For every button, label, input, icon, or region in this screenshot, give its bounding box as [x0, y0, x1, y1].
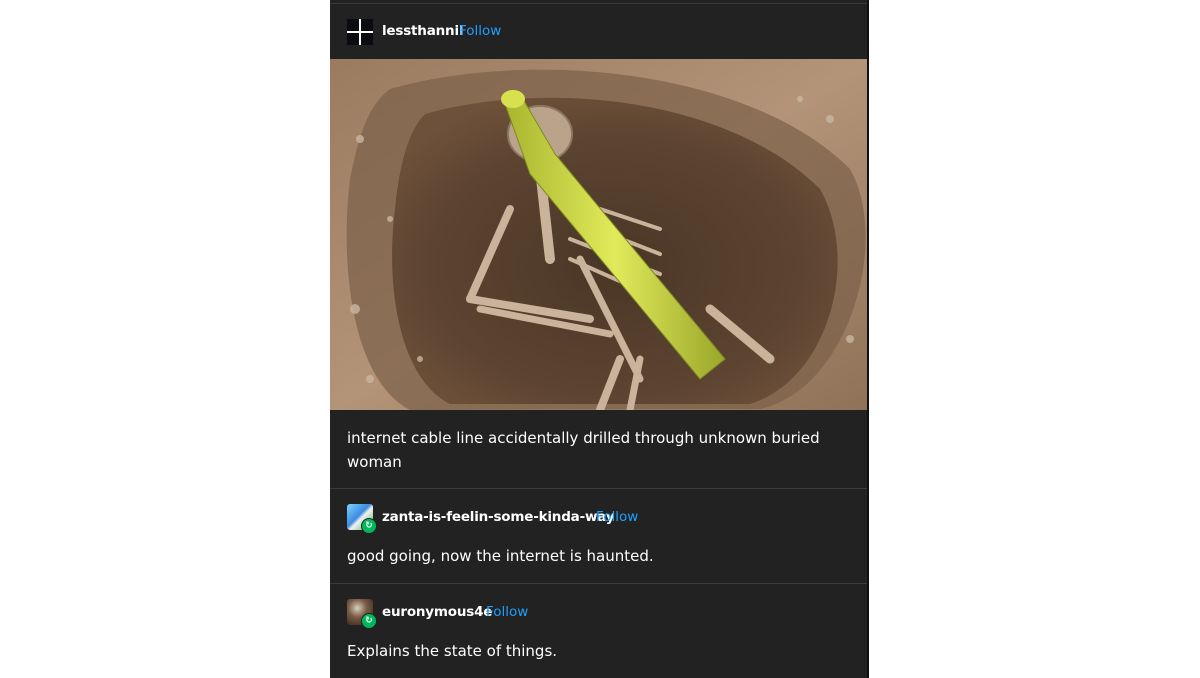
- avatar-square-icon: [361, 19, 373, 31]
- author-avatar[interactable]: [347, 19, 373, 45]
- reblog-avatar[interactable]: ↻: [347, 599, 377, 629]
- avatar-square-icon: [347, 19, 359, 31]
- reblog-divider: [330, 488, 867, 489]
- author-follow-link[interactable]: Follow: [459, 23, 501, 39]
- post-header: lessthannil Follow: [330, 4, 867, 59]
- reblog-comment: Explains the state of things.: [347, 642, 558, 660]
- avatar-square-icon: [347, 33, 359, 45]
- post-caption: internet cable line accidentally drilled…: [347, 429, 820, 471]
- reblog-avatar[interactable]: ↻: [347, 504, 377, 534]
- author-username[interactable]: lessthannil: [382, 23, 464, 39]
- reblog-follow-link[interactable]: Follow: [486, 604, 528, 620]
- post-image[interactable]: [330, 59, 867, 410]
- reblog-comment: good going, now the internet is haunted.: [347, 547, 654, 565]
- excavation-photo: [330, 59, 867, 410]
- reblog-follow-link[interactable]: Follow: [596, 509, 638, 525]
- reblog-divider: [330, 583, 867, 584]
- reblog-icon: ↻: [361, 518, 377, 534]
- reblog-username[interactable]: zanta-is-feelin-some-kinda-way: [382, 509, 615, 525]
- post-card: lessthannil Follow internet cable line a…: [330, 0, 869, 678]
- avatar-square-icon: [361, 33, 373, 45]
- reblog-icon: ↻: [361, 613, 377, 629]
- reblog-username[interactable]: euronymous4e: [382, 604, 492, 620]
